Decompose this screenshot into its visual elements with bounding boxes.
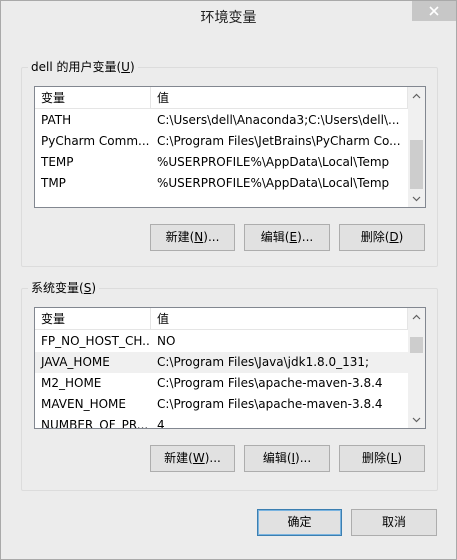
variable-name-cell: NUMBER_OF_PR... <box>41 418 149 429</box>
variable-name-cell: PATH <box>41 113 72 127</box>
scroll-down-icon[interactable] <box>408 190 425 207</box>
system-edit-button[interactable]: 编辑(I)... <box>244 445 330 472</box>
variable-name-cell: TEMP <box>41 155 74 169</box>
table-row[interactable]: JAVA_HOME C:\Program Files\Java\jdk1.8.0_… <box>35 352 408 373</box>
variable-value-cell: C:\Program Files\JetBrains\PyCharm Co... <box>157 134 401 148</box>
system-new-button[interactable]: 新建(W)... <box>150 445 235 472</box>
column-header-value[interactable]: 值 <box>151 308 408 330</box>
scroll-up-icon[interactable] <box>408 308 425 325</box>
system-delete-button[interactable]: 删除(L) <box>339 445 425 472</box>
variable-value-cell: %USERPROFILE%\AppData\Local\Temp <box>157 176 390 190</box>
variable-name-cell: MAVEN_HOME <box>41 397 126 411</box>
scroll-thumb[interactable] <box>410 337 423 353</box>
env-vars-dialog: 环境变量 dell 的用户变量(U) 变量 值 PATH C:\Users\del… <box>0 0 457 560</box>
close-button[interactable] <box>412 1 456 21</box>
system-variables-label: 系统变量(S) <box>28 280 99 296</box>
system-list-rows: FP_NO_HOST_CH... NO JAVA_HOME C:\Program Fi… <box>35 331 408 429</box>
system-list-scrollbar[interactable] <box>408 308 425 428</box>
table-row[interactable]: TEMP %USERPROFILE%\AppData\Local\Temp <box>35 152 408 173</box>
scroll-thumb[interactable] <box>410 140 423 189</box>
user-variables-list[interactable]: 变量 值 PATH C:\Users\dell\Anaconda3;C:\User… <box>34 86 426 208</box>
variable-name-cell: JAVA_HOME <box>41 355 110 369</box>
user-new-button[interactable]: 新建(N)... <box>150 224 235 251</box>
user-list-scrollbar[interactable] <box>408 87 425 207</box>
scroll-up-icon[interactable] <box>408 87 425 104</box>
system-list-header: 变量 值 <box>35 308 408 330</box>
table-row[interactable]: PyCharm Comm... C:\Program Files\JetBrain… <box>35 131 408 152</box>
variable-value-cell: C:\Program Files\apache-maven-3.8.4 <box>157 397 383 411</box>
table-row[interactable]: NUMBER_OF_PR... 4 <box>35 415 408 429</box>
title-bar: 环境变量 <box>1 1 456 32</box>
cancel-button[interactable]: 取消 <box>351 509 437 536</box>
user-list-header: 变量 值 <box>35 87 408 109</box>
table-row[interactable]: MAVEN_HOME C:\Program Files\apache-maven-… <box>35 394 408 415</box>
user-edit-button[interactable]: 编辑(E)... <box>244 224 330 251</box>
user-variables-label: dell 的用户变量(U) <box>28 59 138 75</box>
table-row[interactable]: FP_NO_HOST_CH... NO <box>35 331 408 352</box>
system-variables-list[interactable]: 变量 值 FP_NO_HOST_CH... NO JAVA_HOME C:\Progr… <box>34 307 426 429</box>
scroll-down-icon[interactable] <box>408 411 425 428</box>
variable-value-cell: %USERPROFILE%\AppData\Local\Temp <box>157 155 390 169</box>
user-delete-button[interactable]: 删除(D) <box>339 224 425 251</box>
variable-value-cell: NO <box>157 334 176 348</box>
column-header-variable[interactable]: 变量 <box>35 308 151 330</box>
variable-name-cell: TMP <box>41 176 66 190</box>
variable-value-cell: C:\Users\dell\Anaconda3;C:\Users\dell\..… <box>157 113 400 127</box>
variable-name-cell: FP_NO_HOST_CH... <box>41 334 151 348</box>
window-title: 环境变量 <box>200 10 257 26</box>
column-header-variable[interactable]: 变量 <box>35 87 151 109</box>
variable-value-cell: 4 <box>157 418 165 429</box>
variable-name-cell: PyCharm Comm... <box>41 134 150 148</box>
column-header-value[interactable]: 值 <box>151 87 408 109</box>
variable-name-cell: M2_HOME <box>41 376 102 390</box>
variable-value-cell: C:\Program Files\apache-maven-3.8.4 <box>157 376 383 390</box>
close-icon <box>429 6 439 16</box>
ok-button[interactable]: 确定 <box>257 509 342 536</box>
user-list-rows: PATH C:\Users\dell\Anaconda3;C:\Users\del… <box>35 110 408 194</box>
table-row[interactable]: TMP %USERPROFILE%\AppData\Local\Temp <box>35 173 408 194</box>
variable-value-cell: C:\Program Files\Java\jdk1.8.0_131; <box>157 355 370 369</box>
table-row[interactable]: PATH C:\Users\dell\Anaconda3;C:\Users\del… <box>35 110 408 131</box>
table-row[interactable]: M2_HOME C:\Program Files\apache-maven-3.8… <box>35 373 408 394</box>
